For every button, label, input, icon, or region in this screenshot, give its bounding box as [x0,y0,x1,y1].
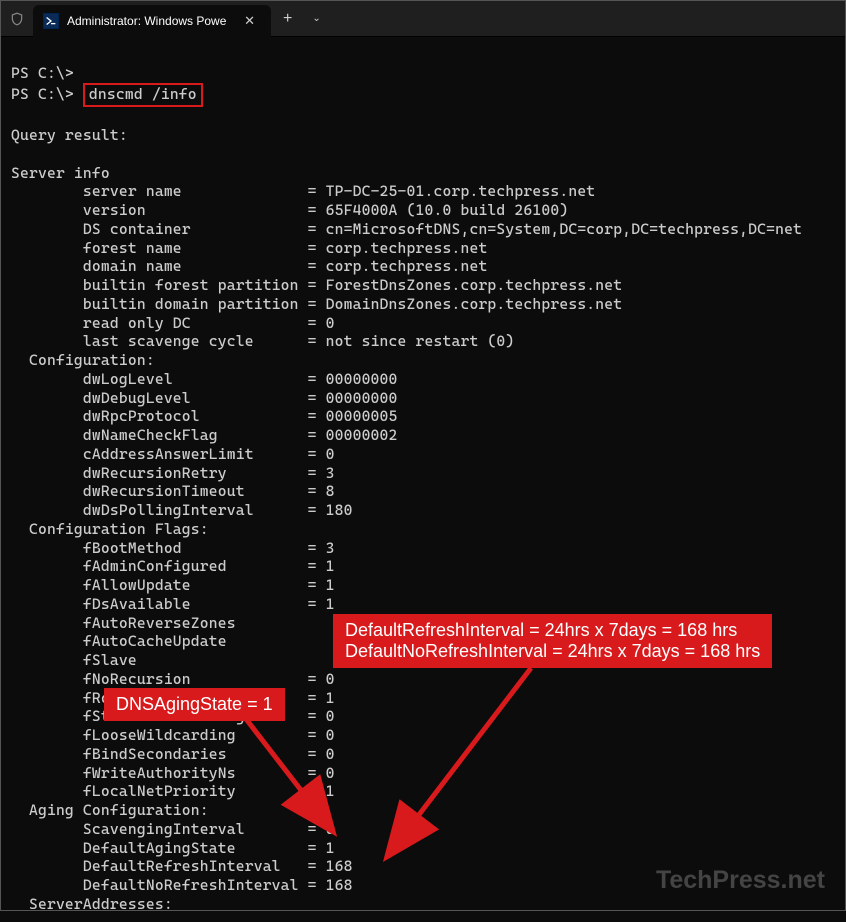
cf-fLooseWildcarding: fLooseWildcarding = 0 [11,726,335,744]
si-builtin-domain: builtin domain partition = DomainDnsZone… [11,295,622,313]
cfg-dwNameCheckFlag: dwNameCheckFlag = 00000002 [11,426,398,444]
cf-fDsAvailable: fDsAvailable = 1 [11,595,335,613]
cfg-dwRecursionRetry: dwRecursionRetry = 3 [11,464,335,482]
query-result-header: Query result: [11,126,128,144]
aging-header: Aging Configuration: [11,801,209,819]
cfg-dwRecursionTimeout: dwRecursionTimeout = 8 [11,482,335,500]
annotation-refresh: DefaultRefreshInterval = 24hrs x 7days =… [333,614,772,668]
cf-fBindSecondaries: fBindSecondaries = 0 [11,745,335,763]
titlebar: Administrator: Windows Powe ✕ + ⌄ [1,1,845,37]
si-server-name: server name = TP-DC-25-01.corp.techpress… [11,182,595,200]
new-tab-button[interactable]: + [271,10,304,28]
prompt-line-1: PS C:\> [11,64,74,82]
si-read-only-dc: read only DC = 0 [11,314,335,332]
annotation-aging-state: DNSAgingState = 1 [104,688,285,721]
cfg-dwRpcProtocol: dwRpcProtocol = 00000005 [11,407,398,425]
si-builtin-forest: builtin forest partition = ForestDnsZone… [11,276,622,294]
si-domain-name: domain name = corp.techpress.net [11,257,487,275]
config-flags-header: Configuration Flags: [11,520,209,538]
tab-dropdown-button[interactable]: ⌄ [304,13,328,24]
cfg-cAddressAnswerLimit: cAddressAnswerLimit = 0 [11,445,335,463]
shield-icon [9,11,25,27]
command-highlight: dnscmd /info [83,83,203,108]
prompt-line-2: PS C:\> [11,85,83,103]
cf-fAutoReverseZones: fAutoReverseZones [11,614,236,632]
cf-fWriteAuthorityNs: fWriteAuthorityNs = 0 [11,764,335,782]
cfg-dwDebugLevel: dwDebugLevel = 00000000 [11,389,398,407]
tab-title: Administrator: Windows Powe [67,14,238,28]
cf-fNoRecursion: fNoRecursion = 0 [11,670,335,688]
server-addresses-header: ServerAddresses: [11,895,173,913]
close-tab-button[interactable]: ✕ [238,11,261,31]
cf-fLocalNetPriority: fLocalNetPriority = 1 [11,782,335,800]
ag-ScavengingInterval: ScavengingInterval = 0 [11,820,335,838]
cf-fSlave: fSlave [11,651,137,669]
active-tab[interactable]: Administrator: Windows Powe ✕ [33,5,271,37]
terminal-output[interactable]: PS C:\> PS C:\> dnscmd /info Query resul… [1,37,845,922]
si-forest-name: forest name = corp.techpress.net [11,239,487,257]
cf-fAutoCacheUpdate: fAutoCacheUpdate [11,632,227,650]
configuration-header: Configuration: [11,351,155,369]
cf-fAdminConfigured: fAdminConfigured = 1 [11,557,335,575]
si-version: version = 65F4000A (10.0 build 26100) [11,201,568,219]
ag-DefaultAgingState: DefaultAgingState = 1 [11,839,335,857]
cfg-dwLogLevel: dwLogLevel = 00000000 [11,370,398,388]
si-last-scavenge: last scavenge cycle = not since restart … [11,332,514,350]
command-text: dnscmd /info [89,85,197,103]
si-ds-container: DS container = cn=MicrosoftDNS,cn=System… [11,220,802,238]
cfg-dwDsPollingInterval: dwDsPollingInterval = 180 [11,501,353,519]
cf-fBootMethod: fBootMethod = 3 [11,539,335,557]
ag-DefaultRefreshInterval: DefaultRefreshInterval = 168 [11,857,353,875]
watermark: TechPress.net [656,866,825,895]
cf-fAllowUpdate: fAllowUpdate = 1 [11,576,335,594]
server-info-header: Server info [11,164,110,182]
ag-DefaultNoRefreshInterval: DefaultNoRefreshInterval = 168 [11,876,353,894]
powershell-icon [43,13,59,29]
